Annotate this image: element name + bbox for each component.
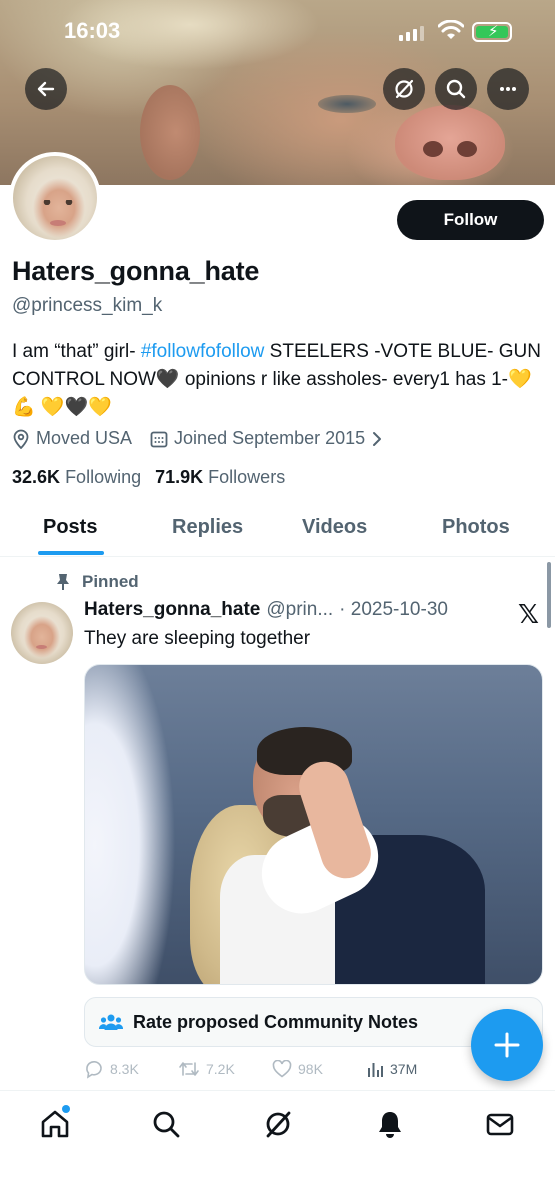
- banner-eye: [318, 95, 376, 113]
- joined-text: Joined September 2015: [174, 428, 366, 448]
- more-button[interactable]: [487, 68, 529, 110]
- bell-icon: [379, 1112, 401, 1138]
- tab-posts[interactable]: Posts: [43, 516, 97, 539]
- views-count: 37M: [390, 1061, 418, 1077]
- x-logo-icon: 𝕏: [518, 599, 539, 629]
- repost-icon: [179, 1062, 199, 1076]
- tweet-author-avatar[interactable]: [11, 602, 73, 664]
- bio-text-start: I am “that” girl-: [12, 341, 141, 362]
- tweet-author-name[interactable]: Haters_gonna_hate: [84, 599, 260, 621]
- followers-label: Followers: [208, 467, 286, 487]
- back-button[interactable]: [25, 68, 67, 110]
- tweet-text: They are sleeping together: [84, 628, 311, 649]
- banner-snout: [395, 105, 505, 180]
- more-icon: [500, 87, 516, 91]
- pinned-label: Pinned: [82, 572, 139, 591]
- following-label: Following: [65, 467, 142, 487]
- arrow-left-icon: [37, 81, 55, 97]
- compose-button[interactable]: [471, 1009, 543, 1081]
- cellular-signal-icon: [399, 26, 424, 41]
- profile-bio: I am “that” girl- #followfofollow STEELE…: [12, 338, 542, 422]
- like-button[interactable]: 98K: [272, 1057, 366, 1081]
- banner-ear: [140, 85, 200, 180]
- avatar-lips: [36, 645, 47, 649]
- profile-meta: Moved USA Joined September 2015: [12, 428, 383, 449]
- repost-count: 7.2K: [206, 1061, 235, 1077]
- active-tab-indicator: [38, 551, 104, 555]
- search-icon: [153, 1111, 180, 1138]
- following-count: 32.6K: [12, 467, 61, 487]
- following-link[interactable]: 32.6K Following: [12, 467, 141, 488]
- tab-videos[interactable]: Videos: [302, 516, 367, 539]
- profile-name: Haters_gonna_hate: [12, 256, 260, 286]
- status-time: 16:03: [64, 18, 121, 43]
- grok-button[interactable]: [383, 68, 425, 110]
- bio-hashtag-link[interactable]: #followfofollow: [141, 341, 265, 362]
- avatar-lips: [50, 220, 66, 226]
- pinned-indicator: Pinned: [56, 572, 139, 592]
- reply-button[interactable]: 8.3K: [84, 1057, 178, 1081]
- nav-messages[interactable]: [483, 1107, 517, 1141]
- profile-avatar[interactable]: [9, 152, 101, 244]
- plus-icon: [494, 1032, 520, 1058]
- location-pin-icon: [13, 429, 29, 449]
- community-notes-label: Rate proposed Community Notes: [133, 1011, 419, 1032]
- pin-icon: [57, 574, 69, 590]
- followers-link[interactable]: 71.9K Followers: [155, 467, 285, 488]
- reply-icon: [86, 1060, 102, 1079]
- views-chart-icon: [368, 1063, 383, 1077]
- tweet-author-handle: @prin...: [266, 599, 334, 620]
- mail-icon: [486, 1113, 514, 1136]
- location-item: Moved USA: [12, 428, 132, 449]
- chevron-right-icon: [373, 431, 382, 446]
- status-bar: 16:03 ⚡: [0, 0, 555, 64]
- search-icon: [446, 79, 466, 99]
- profile-counts: 32.6K Following 71.9K Followers: [12, 467, 285, 488]
- reply-count: 8.3K: [110, 1061, 139, 1077]
- followers-count: 71.9K: [155, 467, 204, 487]
- avatar-eyes: [43, 200, 73, 205]
- search-button[interactable]: [435, 68, 477, 110]
- scrollbar[interactable]: [547, 562, 551, 628]
- location-text: Moved USA: [36, 428, 133, 448]
- nav-notifications[interactable]: [373, 1107, 407, 1141]
- tweet-actions: 8.3K 7.2K 98K 37M: [84, 1057, 484, 1081]
- heart-icon: [272, 1060, 292, 1078]
- follow-button[interactable]: Follow: [397, 200, 544, 240]
- repost-button[interactable]: 7.2K: [178, 1057, 272, 1081]
- community-notes-icon: [99, 1014, 123, 1030]
- profile-tabs: Posts Replies Videos Photos: [0, 500, 555, 557]
- profile-handle: @princess_kim_k: [12, 295, 163, 316]
- tab-replies[interactable]: Replies: [172, 516, 243, 539]
- grok-icon: [266, 1111, 291, 1138]
- tab-photos[interactable]: Photos: [442, 516, 510, 539]
- battery-icon: ⚡: [472, 22, 512, 42]
- tweet-header: Haters_gonna_hate @prin... · 2025-10-30: [84, 599, 448, 621]
- calendar-icon: [150, 431, 168, 447]
- nav-search[interactable]: [149, 1107, 183, 1141]
- tweet-image[interactable]: [84, 664, 543, 985]
- home-notification-dot: [62, 1105, 70, 1113]
- nav-grok[interactable]: [261, 1107, 295, 1141]
- grok-icon: [395, 79, 414, 99]
- joined-item[interactable]: Joined September 2015: [150, 428, 383, 449]
- wifi-icon: [438, 20, 464, 39]
- tweet-date: · 2025-10-30: [339, 599, 448, 620]
- views-button[interactable]: 37M: [366, 1057, 460, 1081]
- bottom-navigation: [0, 1090, 555, 1200]
- like-count: 98K: [298, 1061, 323, 1077]
